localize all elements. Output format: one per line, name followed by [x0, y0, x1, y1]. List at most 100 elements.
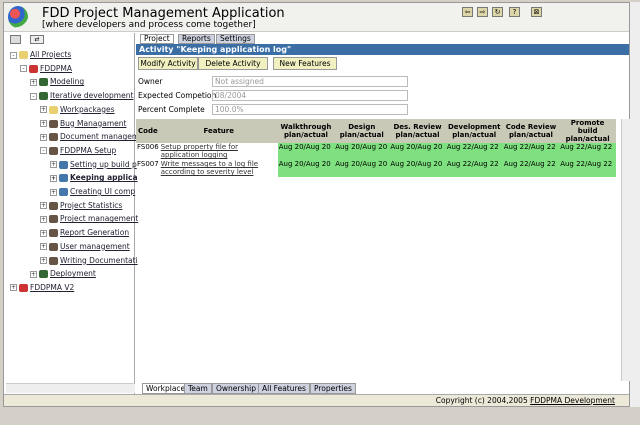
node-icon [29, 64, 38, 73]
tree-item-label: Deployment [50, 269, 96, 279]
tree-item[interactable]: + Document managem [40, 132, 139, 142]
window-scrollbar[interactable] [630, 2, 640, 407]
back-icon[interactable]: ⇦ [462, 7, 473, 17]
milestone-date: Aug 22/Aug 22 [445, 160, 503, 177]
node-icon [59, 188, 68, 196]
tree-horizontal-scrollbar[interactable] [6, 383, 135, 393]
main-panel: Project Reports Settings Activity "Keepi… [136, 33, 631, 394]
percent-complete-label: Percent Complete [138, 105, 205, 114]
tree-item[interactable]: + Report Generation [40, 228, 130, 238]
expand-toggle-icon[interactable]: - [10, 51, 17, 59]
tree-item[interactable]: + Bug Managament [40, 119, 126, 128]
expand-toggle-icon[interactable]: + [40, 243, 47, 251]
bottom-tab[interactable]: Team [184, 383, 212, 394]
expand-toggle-icon[interactable]: + [40, 257, 47, 264]
tree-item[interactable]: + User management [40, 242, 130, 251]
expand-toggle-icon[interactable]: + [50, 161, 57, 169]
tree-item-label: Setting up build p [70, 159, 137, 169]
feature-code: FS007 [137, 160, 159, 168]
owner-field[interactable]: Not assigned [212, 76, 408, 87]
tab-settings[interactable]: Settings [216, 34, 255, 44]
tree-item[interactable]: + Project Statistics [40, 201, 122, 210]
tree-item[interactable]: - Iterative development [30, 91, 133, 101]
help-icon[interactable]: ? [509, 7, 520, 17]
expand-toggle-icon[interactable]: + [30, 270, 37, 278]
column-header[interactable]: Design plan/actual [334, 119, 390, 143]
tree-item[interactable]: + Keeping applica [50, 173, 138, 183]
app-subtitle: [where developers and process come toget… [42, 20, 256, 30]
tree-item[interactable]: - FDDPMA [20, 64, 72, 73]
app-title: FDD Project Management Application [42, 6, 285, 21]
node-icon [49, 146, 58, 155]
tree-item[interactable]: + Modeling [30, 77, 84, 87]
tree-item[interactable]: + FDDPMA V2 [10, 283, 74, 292]
tab-project[interactable]: Project [140, 34, 174, 44]
column-header[interactable]: Des. Review plan/actual [389, 119, 446, 143]
logo-icon [8, 6, 28, 28]
collapse-all-icon[interactable] [10, 35, 21, 44]
expected-completion-field[interactable]: 08/2004 [212, 90, 408, 101]
bottom-tab[interactable]: Workplace [142, 383, 190, 394]
tree-item[interactable]: + Deployment [30, 269, 96, 279]
expand-toggle-icon[interactable]: + [40, 202, 47, 210]
tree-item[interactable]: + Project management [40, 214, 139, 224]
bottom-tab[interactable]: Properties [310, 383, 356, 394]
tree-item-label: Writing Documentati [60, 255, 138, 265]
expand-toggle-icon[interactable]: + [40, 120, 47, 127]
column-header[interactable]: Code [136, 119, 160, 143]
bottom-tab[interactable]: Ownership [212, 383, 260, 394]
feature-link[interactable]: Setup property file for application logg… [160, 143, 278, 160]
expand-toggle-icon[interactable]: + [40, 106, 47, 114]
feature-link[interactable]: Write messages to a log file according t… [160, 160, 278, 177]
tree-item-label: Workpackages [60, 104, 115, 114]
bottom-tab[interactable]: All Features [258, 383, 310, 394]
milestone-date: Aug 20/Aug 20 [277, 143, 335, 160]
column-header[interactable]: Feature [159, 119, 278, 143]
expand-toggle-icon[interactable]: + [40, 229, 47, 237]
expand-toggle-icon[interactable]: + [50, 174, 57, 182]
milestone-date: Aug 22/Aug 22 [559, 160, 616, 177]
refresh-icon[interactable]: ↻ [492, 7, 503, 17]
column-header[interactable]: Promote build plan/actual [559, 119, 616, 143]
node-icon [59, 160, 68, 169]
expand-toggle-icon[interactable]: + [40, 215, 47, 223]
column-header[interactable]: Development plan/actual [445, 119, 503, 143]
expand-toggle-icon[interactable]: + [50, 188, 57, 196]
tree-item[interactable]: + Workpackages [40, 105, 115, 114]
tree-item[interactable]: + Writing Documentati [40, 256, 138, 265]
expand-toggle-icon[interactable]: + [40, 133, 47, 141]
tree-item[interactable]: - FDDPMA Setup [40, 146, 116, 155]
expand-toggle-icon[interactable]: - [40, 147, 47, 155]
project-tree: ⇄ - All Projects - FDDPMA + Modeling - Iterativ… [6, 33, 139, 394]
expand-toggle-icon[interactable]: - [20, 65, 27, 73]
tree-item[interactable]: - All Projects [10, 50, 71, 59]
node-icon [39, 270, 48, 279]
expand-toggle-icon[interactable]: + [30, 78, 37, 86]
percent-complete-field[interactable]: 100.0% [212, 104, 408, 115]
tab-reports[interactable]: Reports [178, 34, 215, 44]
fddpma-development-link[interactable]: FDDPMA Development [530, 396, 615, 405]
expand-toggle-icon[interactable]: + [10, 284, 17, 292]
expand-toggle-icon[interactable]: - [30, 92, 37, 100]
forward-icon[interactable]: ⇨ [477, 7, 488, 17]
table-row[interactable]: FS007 Write messages to a log file accord… [136, 160, 616, 177]
tree-item-label: Report Generation [60, 228, 130, 238]
tree-item[interactable]: + Setting up build p [50, 160, 137, 169]
tree-item-label: FDDPMA Setup [60, 145, 117, 155]
column-header[interactable]: Code Review plan/actual [502, 119, 560, 143]
column-header[interactable]: Walkthrough plan/actual [277, 119, 335, 143]
tree-item-label: All Projects [30, 50, 72, 59]
activity-title: Activity "Keeping application log" [136, 44, 629, 55]
node-icon [49, 242, 58, 251]
modify-activity-button[interactable]: Modify Activity [138, 57, 198, 70]
tree-item[interactable]: + Creating UI comp [50, 187, 135, 196]
tree-item-label: Project management [60, 214, 139, 224]
new-features-button[interactable]: New Features [273, 57, 337, 70]
table-row[interactable]: FS006 Setup property file for application… [136, 143, 616, 160]
delete-activity-button[interactable]: Delete Activity [198, 57, 268, 70]
expected-completion-label: Expected Competion [138, 91, 217, 100]
sync-icon[interactable]: ⇄ [30, 35, 44, 44]
tree-item-label: Bug Managament [60, 118, 127, 128]
milestone-date: Aug 22/Aug 22 [559, 143, 616, 160]
exit-icon[interactable]: ⊠ [531, 7, 542, 17]
